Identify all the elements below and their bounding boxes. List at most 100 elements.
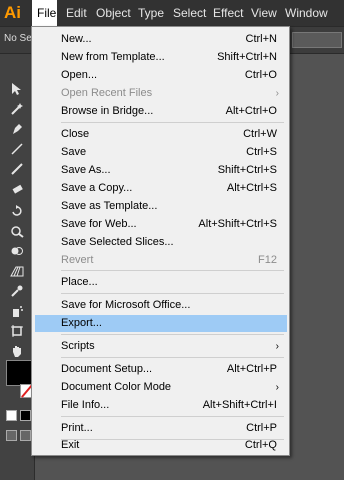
menu-edit[interactable]: Edit	[66, 0, 87, 26]
menu-item-new[interactable]: New... Ctrl+N	[35, 31, 287, 48]
menu-item-scripts[interactable]: Scripts ›	[35, 338, 287, 355]
menu-item-save-for-microsoft-office[interactable]: Save for Microsoft Office...	[35, 297, 287, 314]
submenu-arrow-icon: ›	[275, 382, 279, 393]
menu-item-browse-in-bridge[interactable]: Browse in Bridge... Alt+Ctrl+O	[35, 103, 287, 120]
menu-item-label: Save as Template...	[61, 200, 158, 212]
selection-status: No Se	[4, 33, 32, 44]
fill-color-swatch[interactable]	[6, 360, 32, 386]
menu-item-label: File Info...	[61, 399, 110, 411]
menu-select[interactable]: Select	[173, 0, 206, 26]
menu-item-exit[interactable]: Exit Ctrl+Q	[35, 437, 287, 454]
menu-type[interactable]: Type	[138, 0, 164, 26]
menu-separator	[61, 122, 284, 123]
menu-item-label: Save for Web...	[61, 218, 137, 230]
menu-item-label: Exit	[61, 439, 80, 451]
menu-item-export[interactable]: Export...	[35, 315, 287, 332]
draw-mode-icon[interactable]	[6, 430, 17, 441]
menu-item-label: Save for Microsoft Office...	[61, 299, 191, 311]
paintbrush-tool-icon[interactable]	[4, 160, 30, 178]
submenu-arrow-icon: ›	[275, 88, 279, 99]
toolbox	[0, 54, 35, 480]
app-logo: Ai	[4, 3, 21, 22]
file-menu-dropdown: New... Ctrl+N New from Template... Shift…	[31, 26, 290, 456]
line-segment-tool-icon[interactable]	[4, 140, 30, 158]
menu-view[interactable]: View	[251, 0, 277, 26]
menu-item-label: Revert	[61, 254, 94, 266]
menu-separator	[61, 357, 284, 358]
menu-separator	[61, 293, 284, 294]
menu-item-label: Place...	[61, 276, 98, 288]
menu-item-label: Save a Copy...	[61, 182, 133, 194]
menu-item-save-selected-slices[interactable]: Save Selected Slices...	[35, 234, 287, 251]
eraser-tool-icon[interactable]	[4, 180, 30, 198]
menu-item-save[interactable]: Save Ctrl+S	[35, 144, 287, 161]
menu-item-label: Open Recent Files	[61, 87, 153, 99]
menu-item-close[interactable]: Close Ctrl+W	[35, 126, 287, 143]
menu-item-label: Browse in Bridge...	[61, 105, 154, 117]
menu-item-document-setup[interactable]: Document Setup... Alt+Ctrl+P	[35, 361, 287, 378]
menu-item-save-a-copy[interactable]: Save a Copy... Alt+Ctrl+S	[35, 180, 287, 197]
hand-tool-icon[interactable]	[4, 342, 30, 360]
rotate-tool-icon[interactable]	[4, 202, 30, 220]
menu-item-label: Save Selected Slices...	[61, 236, 174, 248]
menu-item-open-recent-files: Open Recent Files ›	[35, 85, 287, 102]
menu-item-shortcut: Ctrl+P	[246, 422, 277, 434]
menu-item-shortcut: Ctrl+Q	[244, 439, 277, 451]
menu-item-save-as[interactable]: Save As... Shift+Ctrl+S	[35, 162, 287, 179]
menu-item-shortcut: Alt+Ctrl+P	[226, 363, 277, 375]
menu-file[interactable]: File	[32, 0, 57, 26]
menu-item-label: Close	[61, 128, 90, 140]
menu-item-label: Scripts	[61, 340, 95, 352]
menu-effect[interactable]: Effect	[213, 0, 243, 26]
menu-item-shortcut: Ctrl+O	[244, 69, 277, 81]
menu-separator	[61, 334, 284, 335]
menu-item-file-info[interactable]: File Info... Alt+Shift+Ctrl+I	[35, 397, 287, 414]
menu-item-save-as-template[interactable]: Save as Template...	[35, 198, 287, 215]
menu-separator	[61, 416, 284, 417]
menu-item-label: Document Color Mode	[61, 381, 172, 393]
menu-item-document-color-mode[interactable]: Document Color Mode ›	[35, 379, 287, 396]
menu-item-label: Print...	[61, 422, 93, 434]
menu-bar: Ai File Edit Object Type Select Effect V…	[0, 0, 344, 26]
menu-item-label: Save As...	[61, 164, 111, 176]
menu-item-shortcut: Shift+Ctrl+N	[217, 51, 277, 63]
pen-tool-icon[interactable]	[4, 120, 30, 138]
warp-tool-icon[interactable]	[4, 222, 30, 240]
menu-item-place[interactable]: Place...	[35, 274, 287, 291]
menu-item-open[interactable]: Open... Ctrl+O	[35, 67, 287, 84]
menu-item-shortcut: F12	[258, 254, 277, 266]
menu-item-shortcut: Shift+Ctrl+S	[217, 164, 277, 176]
symbol-sprayer-tool-icon[interactable]	[4, 302, 30, 320]
menu-item-print[interactable]: Print... Ctrl+P	[35, 420, 287, 437]
menu-window[interactable]: Window	[285, 0, 328, 26]
menu-item-label: Export...	[61, 317, 102, 329]
menu-item-label: Open...	[61, 69, 98, 81]
menu-object[interactable]: Object	[96, 0, 131, 26]
menu-item-shortcut: Alt+Shift+Ctrl+I	[202, 399, 277, 411]
menu-item-shortcut: Alt+Ctrl+O	[225, 105, 277, 117]
screen-mode-icon[interactable]	[20, 430, 31, 441]
menu-item-revert: Revert F12	[35, 252, 287, 269]
submenu-arrow-icon: ›	[275, 341, 279, 352]
menu-item-save-for-web[interactable]: Save for Web... Alt+Shift+Ctrl+S	[35, 216, 287, 233]
menu-separator	[61, 270, 284, 271]
eyedropper-tool-icon[interactable]	[4, 282, 30, 300]
menu-item-shortcut: Ctrl+N	[245, 33, 277, 45]
artboard-tool-icon[interactable]	[4, 322, 30, 340]
control-field[interactable]	[292, 32, 342, 48]
menu-item-label: New from Template...	[61, 51, 165, 63]
magic-wand-tool-icon[interactable]	[4, 100, 30, 118]
menu-item-label: New...	[61, 33, 92, 45]
shape-builder-tool-icon[interactable]	[4, 242, 30, 260]
perspective-grid-tool-icon[interactable]	[4, 262, 30, 280]
menu-item-label: Document Setup...	[61, 363, 153, 375]
color-mode-icon[interactable]	[20, 410, 31, 421]
menu-item-shortcut: Ctrl+W	[243, 128, 277, 140]
default-fill-icon[interactable]	[6, 410, 17, 421]
menu-item-label: Save	[61, 146, 87, 158]
menu-item-shortcut: Alt+Ctrl+S	[226, 182, 277, 194]
menu-item-shortcut: Ctrl+S	[246, 146, 277, 158]
menu-item-new-from-template[interactable]: New from Template... Shift+Ctrl+N	[35, 49, 287, 66]
menu-item-shortcut: Alt+Shift+Ctrl+S	[198, 218, 277, 230]
selection-tool-icon[interactable]	[4, 80, 30, 98]
